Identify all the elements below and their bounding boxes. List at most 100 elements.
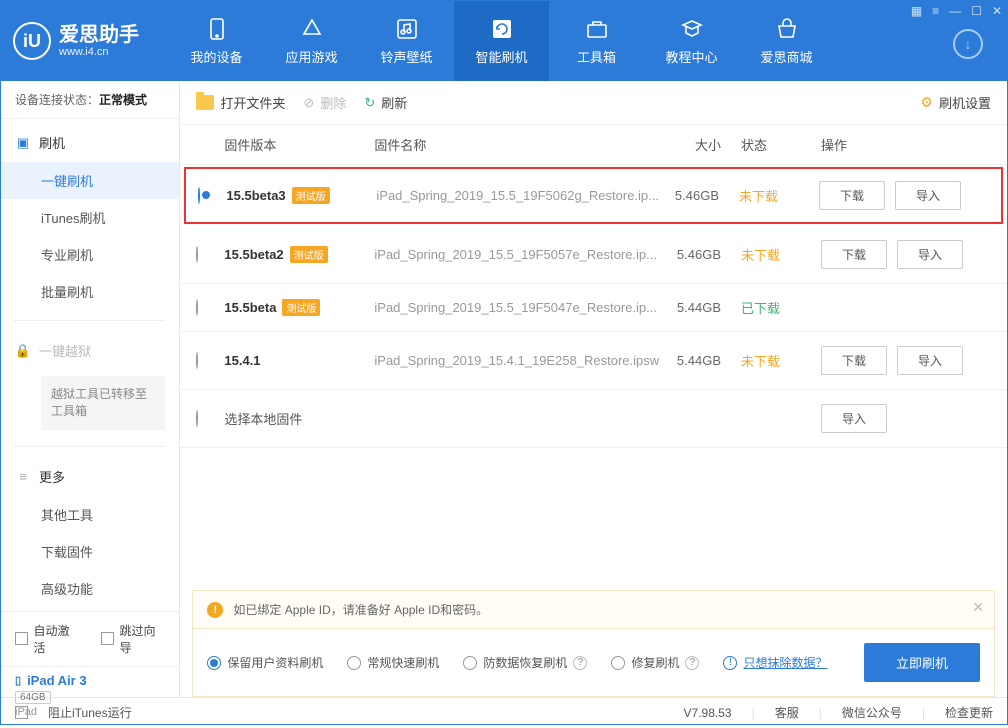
tab-ringtone[interactable]: 铃声壁纸 bbox=[359, 1, 454, 81]
sidebar-pro[interactable]: 专业刷机 bbox=[1, 236, 179, 273]
tab-apps[interactable]: 应用游戏 bbox=[264, 1, 359, 81]
table-row[interactable]: 15.4.1iPad_Spring_2019_15.4.1_19E258_Res… bbox=[180, 332, 1007, 390]
delete-button: ⊘删除 bbox=[303, 93, 346, 112]
block-itunes-checkbox[interactable] bbox=[15, 706, 28, 719]
tab-tutorial[interactable]: 教程中心 bbox=[644, 1, 739, 81]
menu-icon[interactable]: ≡ bbox=[932, 4, 939, 18]
close-icon[interactable]: ✕ bbox=[992, 4, 1002, 18]
skip-guide-checkbox[interactable] bbox=[101, 632, 114, 645]
import-button[interactable]: 导入 bbox=[897, 346, 963, 375]
maximize-icon[interactable]: ☐ bbox=[971, 4, 982, 18]
row-status: 未下载 bbox=[739, 186, 819, 205]
sidebar-other-tools[interactable]: 其他工具 bbox=[1, 496, 179, 533]
wechat-link[interactable]: 微信公众号 bbox=[842, 704, 902, 721]
header: iU 爱思助手 www.i4.cn 我的设备 应用游戏 铃声壁纸 智能刷机 工具… bbox=[1, 1, 1007, 81]
device-capacity: 64GB bbox=[15, 691, 51, 704]
mode-keep-data[interactable]: 保留用户资料刷机 bbox=[207, 654, 323, 671]
notice-close-icon[interactable]: ✕ bbox=[972, 599, 984, 616]
row-filename: iPad_Spring_2019_15.5_19F5057e_Restore.i… bbox=[374, 247, 661, 262]
check-update-link[interactable]: 检查更新 bbox=[945, 704, 993, 721]
row-version: 选择本地固件 bbox=[224, 409, 374, 428]
row-radio[interactable] bbox=[196, 410, 198, 427]
table-header: 固件版本 固件名称 大小 状态 操作 bbox=[180, 125, 1007, 165]
th-name: 固件名称 bbox=[374, 135, 661, 154]
sidebar-oneclick[interactable]: 一键刷机 bbox=[1, 162, 179, 199]
open-folder-button[interactable]: 打开文件夹 bbox=[196, 93, 285, 112]
main-panel: 打开文件夹 ⊘删除 ↻刷新 ⚙刷机设置 固件版本 固件名称 大小 状态 操作 1… bbox=[180, 81, 1007, 697]
service-link[interactable]: 客服 bbox=[775, 704, 799, 721]
tab-tools[interactable]: 工具箱 bbox=[549, 1, 644, 81]
delete-icon: ⊘ bbox=[303, 95, 314, 111]
download-button[interactable]: 下载 bbox=[819, 181, 885, 210]
sidebar-head-flash[interactable]: ▣刷机 bbox=[1, 123, 179, 162]
grid-icon[interactable]: ▦ bbox=[911, 4, 922, 18]
row-radio[interactable] bbox=[196, 299, 198, 316]
tab-device[interactable]: 我的设备 bbox=[169, 1, 264, 81]
tab-store[interactable]: 爱思商城 bbox=[739, 1, 834, 81]
flash-settings-button[interactable]: ⚙刷机设置 bbox=[920, 93, 991, 112]
sidebar-batch[interactable]: 批量刷机 bbox=[1, 273, 179, 310]
sidebar-head-more[interactable]: ≡更多 bbox=[1, 457, 179, 496]
import-button[interactable]: 导入 bbox=[821, 404, 887, 433]
device-icon: ▯ bbox=[15, 674, 21, 687]
import-button[interactable]: 导入 bbox=[895, 181, 961, 210]
table-row[interactable]: 15.5beta3测试版iPad_Spring_2019_15.5_19F506… bbox=[184, 167, 1003, 224]
row-version: 15.4.1 bbox=[224, 353, 374, 368]
minimize-icon[interactable]: — bbox=[949, 4, 961, 18]
gear-icon: ⚙ bbox=[920, 94, 933, 111]
row-version: 15.5beta测试版 bbox=[224, 299, 374, 316]
window-controls: ▦ ≡ — ☐ ✕ bbox=[911, 4, 1002, 18]
flash-mode-row: 保留用户资料刷机 常规快速刷机 防数据恢复刷机? 修复刷机? !只想抹除数据？ … bbox=[192, 629, 995, 697]
row-actions: 导入 bbox=[821, 404, 991, 433]
download-button[interactable]: 下载 bbox=[821, 346, 887, 375]
auto-options: 自动激活 跳过向导 bbox=[1, 612, 179, 666]
sidebar-itunes[interactable]: iTunes刷机 bbox=[1, 199, 179, 236]
help-icon[interactable]: ? bbox=[685, 656, 699, 670]
row-filename: iPad_Spring_2019_15.4.1_19E258_Restore.i… bbox=[374, 353, 661, 368]
row-filename: iPad_Spring_2019_15.5_19F5047e_Restore.i… bbox=[374, 300, 661, 315]
mode-repair[interactable]: 修复刷机? bbox=[611, 654, 699, 671]
warning-icon: ! bbox=[207, 602, 223, 618]
firmware-list: 15.5beta3测试版iPad_Spring_2019_15.5_19F506… bbox=[180, 165, 1007, 448]
refresh-icon: ↻ bbox=[364, 95, 375, 111]
lock-icon: 🔒 bbox=[15, 343, 31, 359]
apple-id-notice: ! 如已绑定 Apple ID，请准备好 Apple ID和密码。 ✕ bbox=[192, 590, 995, 629]
sidebar-head-jailbreak: 🔒一键越狱 bbox=[1, 331, 179, 370]
row-radio[interactable] bbox=[196, 246, 198, 263]
sidebar-download-fw[interactable]: 下载固件 bbox=[1, 533, 179, 570]
connection-status: 设备连接状态：正常模式 bbox=[1, 81, 179, 119]
table-row[interactable]: 选择本地固件 导入 bbox=[180, 390, 1007, 448]
table-row[interactable]: 15.5beta2测试版iPad_Spring_2019_15.5_19F505… bbox=[180, 226, 1007, 284]
download-button[interactable]: 下载 bbox=[821, 240, 887, 269]
toolbar: 打开文件夹 ⊘删除 ↻刷新 ⚙刷机设置 bbox=[180, 81, 1007, 125]
tab-flash[interactable]: 智能刷机 bbox=[454, 1, 549, 81]
refresh-button[interactable]: ↻刷新 bbox=[364, 93, 407, 112]
jailbreak-note: 越狱工具已转移至工具箱 bbox=[41, 376, 165, 430]
auto-activate-checkbox[interactable] bbox=[15, 632, 28, 645]
row-size: 5.46GB bbox=[661, 247, 741, 262]
erase-link[interactable]: !只想抹除数据？ bbox=[723, 654, 827, 671]
row-status: 未下载 bbox=[741, 351, 821, 370]
row-size: 5.44GB bbox=[661, 300, 741, 315]
more-icon: ≡ bbox=[15, 468, 31, 484]
mode-anti-recover[interactable]: 防数据恢复刷机? bbox=[463, 654, 587, 671]
import-button[interactable]: 导入 bbox=[897, 240, 963, 269]
row-actions: 下载导入 bbox=[821, 346, 991, 375]
row-radio[interactable] bbox=[198, 187, 200, 204]
th-version: 固件版本 bbox=[224, 135, 374, 154]
download-indicator[interactable]: ↓ bbox=[953, 29, 983, 59]
radio-icon bbox=[347, 656, 361, 670]
row-status: 已下载 bbox=[741, 298, 821, 317]
flash-icon: ▣ bbox=[15, 135, 31, 151]
help-icon[interactable]: ? bbox=[573, 656, 587, 670]
logo-icon: iU bbox=[13, 22, 51, 60]
row-version: 15.5beta2测试版 bbox=[224, 246, 374, 263]
flash-now-button[interactable]: 立即刷机 bbox=[864, 643, 980, 682]
radio-icon bbox=[611, 656, 625, 670]
mode-normal[interactable]: 常规快速刷机 bbox=[347, 654, 439, 671]
version-label: V7.98.53 bbox=[684, 706, 732, 720]
row-radio[interactable] bbox=[196, 352, 198, 369]
th-status: 状态 bbox=[741, 135, 821, 154]
sidebar-advanced[interactable]: 高级功能 bbox=[1, 570, 179, 607]
table-row[interactable]: 15.5beta测试版iPad_Spring_2019_15.5_19F5047… bbox=[180, 284, 1007, 332]
